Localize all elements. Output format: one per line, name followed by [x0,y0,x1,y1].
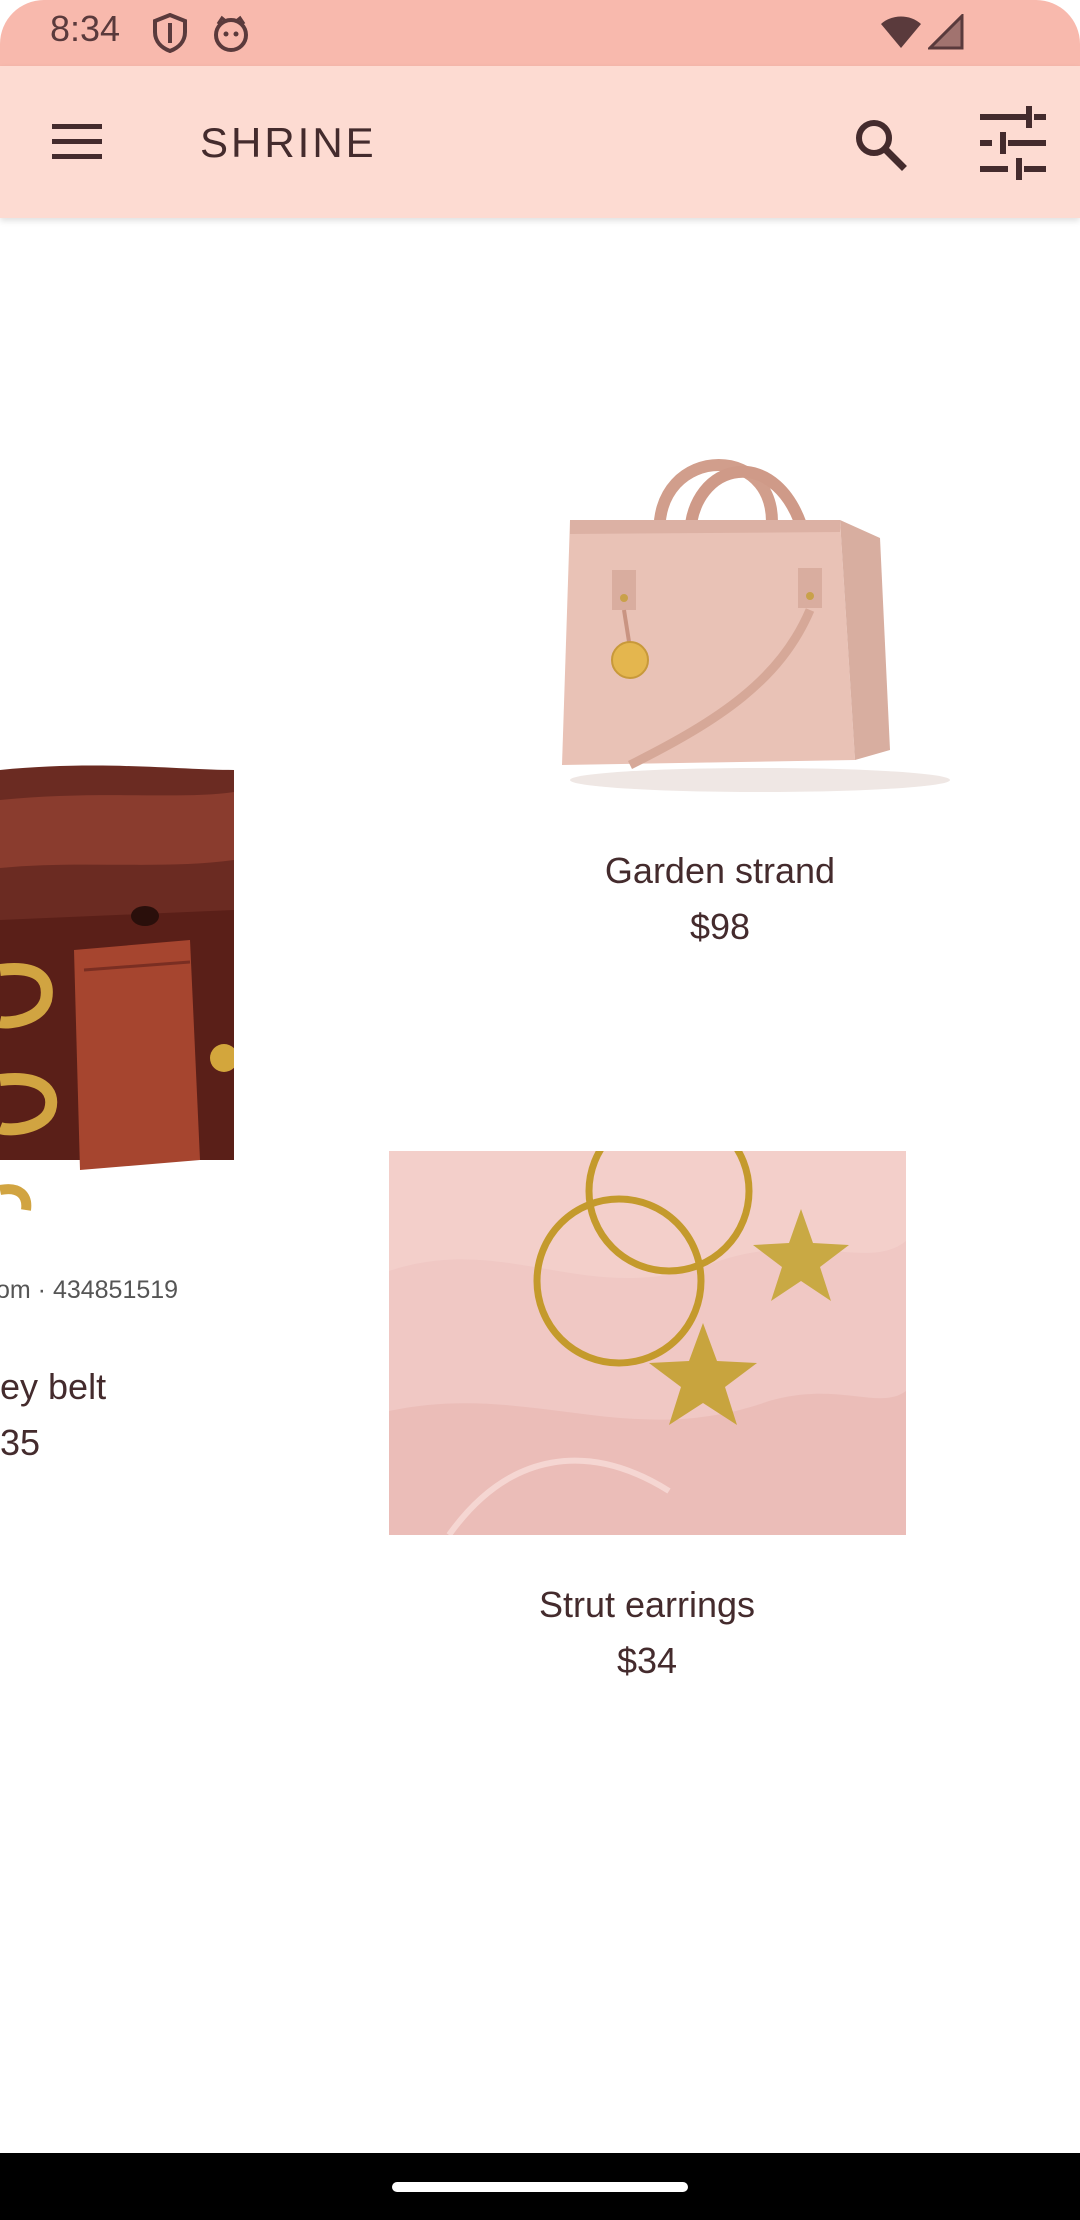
signal-icon [928,14,964,50]
product-name: Strut earrings [538,1584,756,1625]
status-bar: 8:34 [0,0,1080,66]
search-icon[interactable] [850,114,910,174]
tune-icon[interactable] [976,106,1050,180]
face-icon [214,15,248,52]
wifi-icon [881,16,921,48]
app-bar: SHRINE [0,66,1080,218]
app-title: SHRINE [200,119,377,166]
product-price: 35 [0,1422,41,1463]
image-watermark: om · 434851519 [0,1276,178,1300]
product-image-earrings[interactable] [389,1151,906,1535]
shield-icon [153,13,187,53]
product-image-handbag[interactable] [540,420,970,800]
status-time: 8:34 [50,8,121,49]
home-gesture-handle[interactable] [392,2182,688,2192]
product-price: $98 [689,906,751,947]
product-image-belt[interactable]: om · 434851519 [0,740,234,1300]
product-price: $34 [616,1640,678,1681]
menu-icon[interactable] [38,114,114,170]
product-name: Garden strand [604,850,836,891]
product-name: ey belt [0,1366,107,1407]
